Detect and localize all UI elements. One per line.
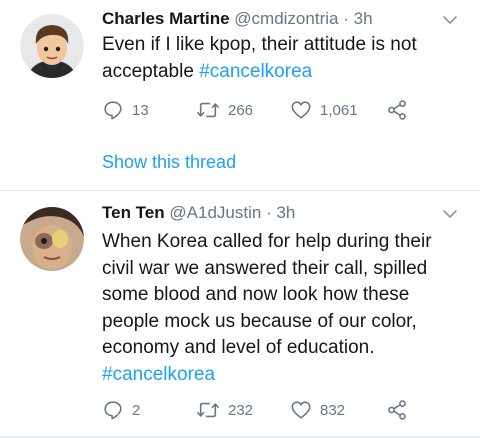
photo-avatar-icon <box>20 207 84 271</box>
like-count: 832 <box>320 401 346 419</box>
retweet-icon <box>196 402 220 418</box>
user-avatar[interactable] <box>20 14 84 78</box>
retweet-count: 266 <box>228 101 254 119</box>
like-button[interactable]: 832 <box>290 398 345 422</box>
show-thread-link[interactable]: Show this thread <box>102 152 236 173</box>
tweet-text-line: When Korea called for help during their <box>102 231 432 252</box>
like-button[interactable]: 1,061 <box>290 98 358 122</box>
reply-icon <box>104 401 122 420</box>
tweet-2[interactable]: Ten Ten @A1dJustin · 3h When Korea calle… <box>0 191 480 436</box>
tweet-text-line: Even if I like kpop, their attitude is n… <box>102 34 417 55</box>
reply-count: 2 <box>132 401 141 419</box>
timestamp[interactable]: 3h <box>354 9 373 28</box>
share-button[interactable] <box>386 398 408 422</box>
heart-icon <box>291 401 311 419</box>
tweet-text: When Korea called for help during their … <box>102 229 472 388</box>
heart-icon <box>291 101 311 119</box>
user-handle[interactable]: @A1dJustin <box>169 203 261 222</box>
like-count: 1,061 <box>320 101 358 119</box>
tweet-header: Charles Martine @cmdizontria · 3h <box>102 9 373 29</box>
hashtag-link[interactable]: #cancelkorea <box>199 61 312 82</box>
display-name[interactable]: Ten Ten <box>102 203 165 222</box>
tweet-text-line: some blood and now look how these <box>102 284 410 305</box>
separator-dot: · <box>266 203 272 222</box>
chevron-down-icon <box>443 16 457 25</box>
share-icon <box>388 400 406 420</box>
reply-count: 13 <box>132 101 149 119</box>
retweet-icon <box>196 102 220 118</box>
tweet-text-line: economy and level of education. <box>102 337 375 358</box>
tweet-actions: 2 232 832 <box>102 398 432 422</box>
reply-button[interactable]: 2 <box>102 398 140 422</box>
tweet-text-line-with-hashtag: acceptable #cancelkorea <box>102 59 472 86</box>
reply-icon <box>104 101 122 120</box>
tweet-actions: 13 266 1,061 <box>102 98 432 122</box>
memoji-avatar-icon <box>20 14 84 78</box>
share-icon <box>388 100 406 120</box>
share-button[interactable] <box>386 98 408 122</box>
retweet-button[interactable]: 266 <box>196 98 253 122</box>
display-name[interactable]: Charles Martine <box>102 9 230 28</box>
retweet-count: 232 <box>228 401 254 419</box>
hashtag-link[interactable]: #cancelkorea <box>102 362 472 389</box>
tweet-text-line: civil war we answered their call, spille… <box>102 257 428 279</box>
retweet-button[interactable]: 232 <box>196 398 253 422</box>
chevron-down-icon <box>443 210 457 219</box>
timestamp[interactable]: 3h <box>276 203 295 222</box>
tweet-menu-chevron[interactable] <box>440 204 460 224</box>
tweet-text-fragment: acceptable <box>102 60 200 82</box>
tweet-text: Even if I like kpop, their attitude is n… <box>102 32 472 85</box>
tweet-1[interactable]: Charles Martine @cmdizontria · 3h Even i… <box>0 0 480 190</box>
tweet-text-line: people mock us because of our color, <box>102 310 417 332</box>
user-avatar[interactable] <box>20 207 84 271</box>
reply-button[interactable]: 13 <box>102 98 149 122</box>
tweet-header: Ten Ten @A1dJustin · 3h <box>102 203 295 223</box>
user-handle[interactable]: @cmdizontria <box>234 9 338 28</box>
separator-dot: · <box>343 9 349 28</box>
tweet-menu-chevron[interactable] <box>440 10 460 30</box>
